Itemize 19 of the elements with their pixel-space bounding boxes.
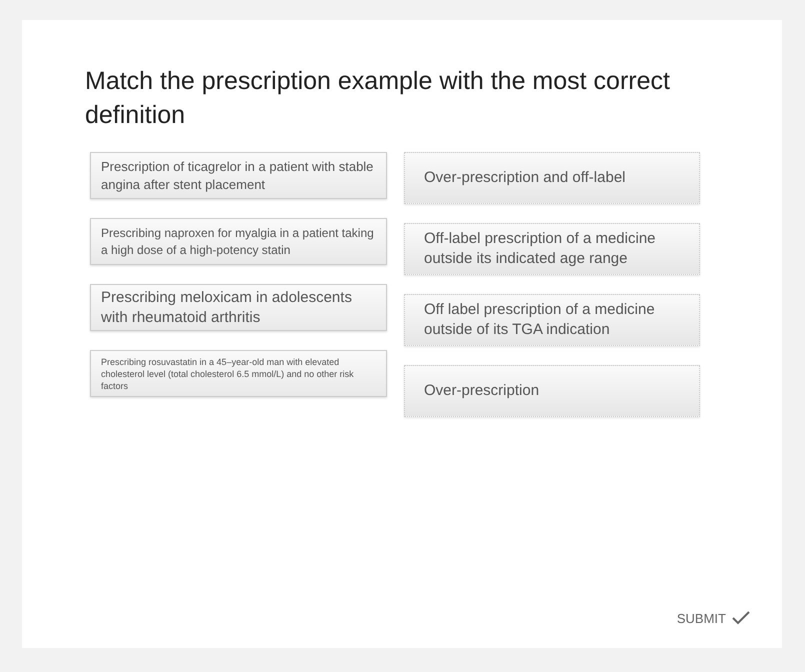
answer-card[interactable]: Off label prescription of a medicine outside of its TGA indication — [404, 294, 700, 346]
prompt-card[interactable]: Prescribing rosuvastatin in a 45–year-old man with elevated cholesterol level (total cholesterol 6.5 mmol/L) and no other risk factors — [90, 350, 387, 397]
prompt-card[interactable]: Prescribing meloxicam in adolescents with rheumatoid arthritis — [90, 284, 387, 331]
answer-card[interactable]: Over-prescription and off-label — [404, 152, 700, 204]
answer-text: Off label prescription of a medicine outside of its TGA indication — [424, 300, 656, 340]
prompt-text: Prescribing rosuvastatin in a 45–year-old man with elevated cholesterol level (total cholesterol 6.5 mmol/L) and no other risk factors — [101, 356, 355, 392]
submit-button[interactable]: SUBMIT — [676, 608, 750, 628]
answer-card[interactable]: Off-label prescription of a medicine outside its indicated age range — [404, 223, 700, 275]
answer-card[interactable]: Over-prescription — [404, 365, 700, 417]
answer-text: Off-label prescription of a medicine outside its indicated age range — [424, 229, 657, 269]
answer-text: Over-prescription — [424, 381, 540, 401]
question-title: Match the prescription example with the most correct definition — [85, 66, 671, 131]
prompt-text: Prescribing naproxen for myalgia in a patient taking a high dose of a high-potency statin — [101, 224, 375, 258]
prompt-card[interactable]: Prescribing naproxen for myalgia in a patient taking a high dose of a high-potency statin — [90, 218, 387, 265]
checkmark-icon — [732, 611, 750, 626]
answer-text: Over-prescription and off-label — [424, 168, 626, 188]
prompt-text: Prescription of ticagrelor in a patient with stable angina after stent placement — [101, 158, 374, 194]
prompt-card[interactable]: Prescription of ticagrelor in a patient with stable angina after stent placement — [90, 152, 387, 199]
prompt-text: Prescribing meloxicam in adolescents with rheumatoid arthritis — [101, 288, 353, 328]
